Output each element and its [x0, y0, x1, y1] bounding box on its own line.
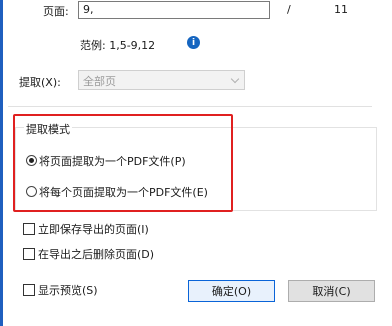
- annotation-highlight-box: [13, 114, 233, 212]
- preview-checkbox[interactable]: [23, 284, 35, 296]
- page-example-hint: 范例: 1,5-9,12: [80, 39, 156, 52]
- info-icon[interactable]: i: [187, 36, 200, 49]
- preview-label[interactable]: 显示预览(S): [38, 282, 98, 298]
- page-label: 页面:: [43, 5, 69, 18]
- page-separator: /: [287, 3, 291, 16]
- delete-after-checkbox[interactable]: [23, 248, 35, 260]
- cancel-button[interactable]: 取消(C): [288, 280, 375, 302]
- chevron-down-icon: [230, 74, 240, 84]
- save-now-label[interactable]: 立即保存导出的页面(I): [38, 221, 149, 237]
- delete-after-label[interactable]: 在导出之后删除页面(D): [38, 246, 154, 262]
- window-edge: [0, 0, 3, 326]
- extract-select: 全部页: [78, 70, 245, 90]
- page-range-input[interactable]: 9,: [78, 1, 270, 19]
- extract-label: 提取(X):: [19, 76, 61, 89]
- ok-button[interactable]: 确定(O): [188, 280, 275, 302]
- extract-select-value: 全部页: [83, 75, 116, 88]
- save-now-checkbox[interactable]: [23, 223, 35, 235]
- section-divider: [8, 106, 372, 107]
- page-total: 11: [334, 3, 348, 16]
